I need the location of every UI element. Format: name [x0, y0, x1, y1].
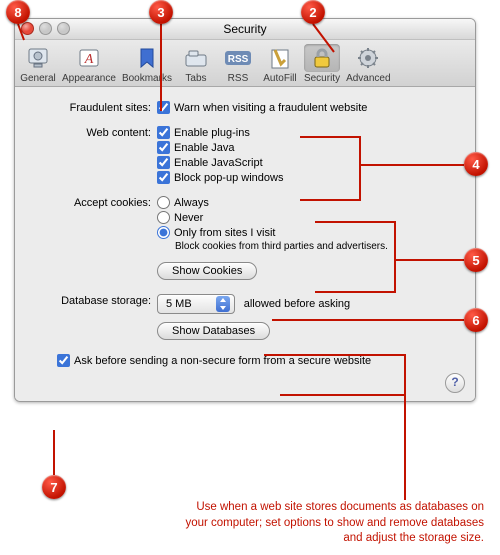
- ask-nonsecure-checkbox[interactable]: Ask before sending a non-secure form fro…: [57, 354, 371, 367]
- cookies-sub: Block cookies from third parties and adv…: [175, 241, 461, 252]
- cookies-label: Accept cookies:: [29, 196, 157, 209]
- appearance-icon: A: [71, 44, 107, 72]
- web-label: Web content:: [29, 126, 157, 139]
- svg-text:A: A: [84, 52, 94, 67]
- callout-6: 6: [464, 308, 488, 332]
- popup-checkbox[interactable]: Block pop-up windows: [157, 171, 461, 184]
- callout-8: 8: [6, 0, 30, 24]
- callout-7: 7: [42, 475, 66, 499]
- toolbar-appearance[interactable]: A Appearance: [59, 43, 119, 85]
- minimize-button[interactable]: [39, 22, 52, 35]
- callout-5: 5: [464, 248, 488, 272]
- db-suffix: allowed before asking: [244, 298, 350, 310]
- window-title: Security: [223, 22, 266, 36]
- fraud-warn-input[interactable]: [157, 101, 170, 114]
- traffic-lights: [21, 22, 70, 35]
- toolbar-autofill[interactable]: AutoFill: [259, 43, 301, 85]
- caption-text: Use when a web site stores documents as …: [184, 500, 484, 547]
- db-size-popup[interactable]: 5 MB: [157, 294, 235, 314]
- cookies-always-radio[interactable]: Always: [157, 196, 461, 209]
- toolbar-security[interactable]: Security: [301, 43, 343, 85]
- plugins-checkbox[interactable]: Enable plug-ins: [157, 126, 461, 139]
- help-button[interactable]: ?: [445, 373, 465, 393]
- rss-icon: RSS: [220, 44, 256, 72]
- toolbar-rss[interactable]: RSS RSS: [217, 43, 259, 85]
- cookies-onlysites-radio[interactable]: Only from sites I visit: [157, 226, 461, 239]
- tabs-icon: [178, 44, 214, 72]
- advanced-icon: [350, 44, 386, 72]
- content-pane: Fraudulent sites: Warn when visiting a f…: [15, 87, 475, 401]
- fraud-warn-checkbox[interactable]: Warn when visiting a fraudulent website: [157, 101, 461, 114]
- bookmarks-icon: [129, 44, 165, 72]
- toolbar-advanced[interactable]: Advanced: [343, 43, 393, 85]
- toolbar-bookmarks[interactable]: Bookmarks: [119, 43, 175, 85]
- svg-text:RSS: RSS: [228, 54, 249, 65]
- toolbar-tabs[interactable]: Tabs: [175, 43, 217, 85]
- show-cookies-button[interactable]: Show Cookies: [157, 262, 257, 280]
- show-databases-button[interactable]: Show Databases: [157, 322, 270, 340]
- security-icon: [304, 44, 340, 72]
- close-button[interactable]: [21, 22, 34, 35]
- java-checkbox[interactable]: Enable Java: [157, 141, 461, 154]
- db-label: Database storage:: [29, 294, 157, 307]
- toolbar-general[interactable]: General: [17, 43, 59, 85]
- cookies-never-radio[interactable]: Never: [157, 211, 461, 224]
- titlebar: Security: [15, 19, 475, 40]
- general-icon: [20, 44, 56, 72]
- zoom-button[interactable]: [57, 22, 70, 35]
- callout-4: 4: [464, 152, 488, 176]
- autofill-icon: [262, 44, 298, 72]
- callout-3: 3: [149, 0, 173, 24]
- toolbar: General A Appearance Bookmarks Tabs RSS …: [15, 40, 475, 87]
- javascript-checkbox[interactable]: Enable JavaScript: [157, 156, 461, 169]
- callout-2: 2: [301, 0, 325, 24]
- fraud-label: Fraudulent sites:: [29, 101, 157, 114]
- preferences-window: Security General A Appearance Bookmarks …: [14, 18, 476, 402]
- chevron-updown-icon: [216, 296, 230, 312]
